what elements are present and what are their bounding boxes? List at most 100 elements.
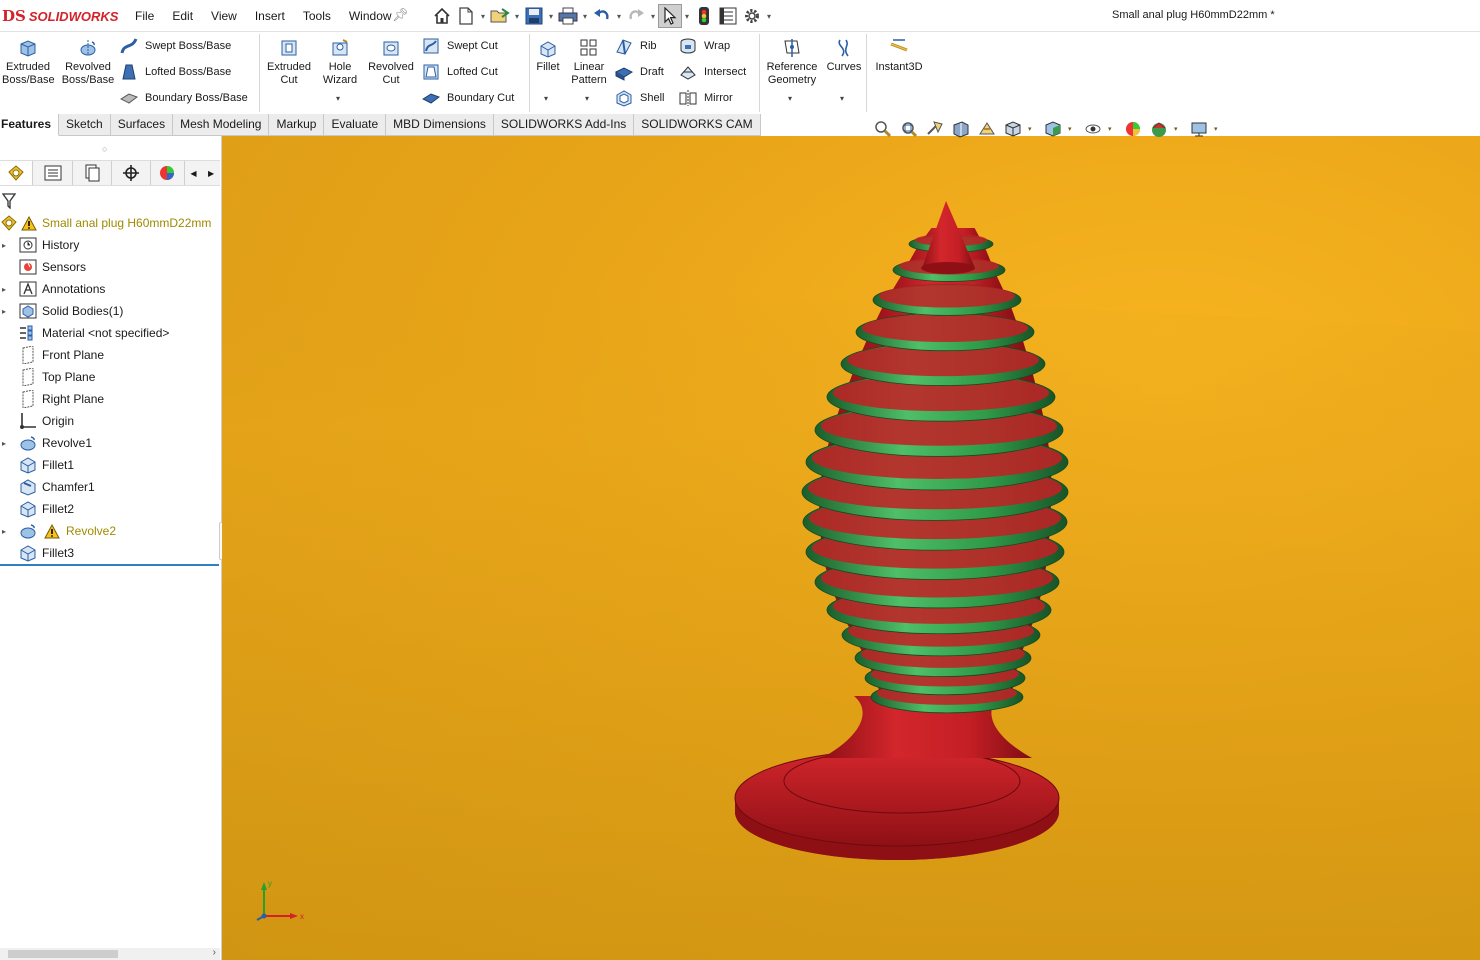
tree-item-front-plane[interactable]: Front Plane: [0, 344, 220, 366]
expand-icon[interactable]: ▸: [2, 285, 6, 294]
view-orientation-dropdown-icon[interactable]: ▾: [1028, 125, 1036, 133]
rollback-bar[interactable]: [0, 564, 219, 566]
tab-mbd-dimensions[interactable]: MBD Dimensions: [386, 114, 494, 136]
fillet-button[interactable]: Fillet: [532, 38, 564, 74]
view-settings-dropdown-icon[interactable]: ▾: [1214, 125, 1222, 133]
options-dropdown-icon[interactable]: ▾: [764, 12, 774, 21]
3d-model[interactable]: [222, 136, 1480, 960]
dynamic-annotation-icon[interactable]: [976, 118, 998, 140]
mirror-button[interactable]: Mirror: [679, 88, 733, 108]
swept-boss-button[interactable]: Swept Boss/Base: [120, 36, 231, 56]
redo-dropdown-icon[interactable]: ▾: [648, 12, 658, 21]
menu-tools[interactable]: Tools: [303, 9, 331, 23]
panel-grip-icon[interactable]: ○: [102, 144, 107, 154]
tree-item-material[interactable]: Material <not specified>: [0, 322, 220, 344]
pin-icon[interactable]: 📌︎: [392, 7, 409, 23]
previous-view-icon[interactable]: [924, 118, 946, 140]
file-properties-icon[interactable]: [716, 4, 740, 28]
reference-geometry-dropdown-icon[interactable]: ▾: [788, 94, 792, 103]
tab-evaluate[interactable]: Evaluate: [324, 114, 387, 136]
curves-dropdown-icon[interactable]: ▾: [840, 94, 844, 103]
save-icon[interactable]: [522, 4, 546, 28]
section-view-icon[interactable]: [950, 118, 972, 140]
tree-item-right-plane[interactable]: Right Plane: [0, 388, 220, 410]
property-manager-tab[interactable]: [33, 161, 73, 185]
apply-scene-icon[interactable]: [1148, 118, 1170, 140]
tree-filter[interactable]: [0, 190, 220, 212]
display-manager-tab[interactable]: [151, 161, 185, 185]
menu-window[interactable]: Window: [349, 9, 392, 23]
draft-button[interactable]: Draft: [615, 62, 664, 82]
hole-wizard-dropdown-icon[interactable]: ▾: [336, 94, 340, 103]
tree-item-history[interactable]: ▸ History: [0, 234, 220, 256]
tree-root-part[interactable]: Small anal plug H60mmD22mm: [0, 212, 220, 234]
scrollbar-thumb[interactable]: [8, 950, 118, 958]
print-icon[interactable]: [556, 4, 580, 28]
print-dropdown-icon[interactable]: ▾: [580, 12, 590, 21]
hide-show-items-icon[interactable]: [1082, 118, 1104, 140]
menu-file[interactable]: File: [135, 9, 154, 23]
instant3d-button[interactable]: Instant3D: [870, 38, 928, 74]
curves-button[interactable]: Curves: [824, 38, 864, 74]
rebuild-icon[interactable]: [692, 4, 716, 28]
feature-manager-tab[interactable]: [0, 161, 34, 185]
options-icon[interactable]: [740, 4, 764, 28]
zoom-to-area-icon[interactable]: [898, 118, 920, 140]
tab-solidworks-cam[interactable]: SOLIDWORKS CAM: [634, 114, 761, 136]
new-dropdown-icon[interactable]: ▾: [478, 12, 488, 21]
tab-features[interactable]: Features: [0, 114, 60, 136]
tree-item-chamfer1[interactable]: Chamfer1: [0, 476, 220, 498]
home-icon[interactable]: [430, 4, 454, 28]
shell-button[interactable]: Shell: [615, 88, 664, 108]
tree-item-top-plane[interactable]: Top Plane: [0, 366, 220, 388]
tree-item-revolve1[interactable]: ▸ Revolve1: [0, 432, 220, 454]
intersect-button[interactable]: Intersect: [679, 62, 746, 82]
menu-edit[interactable]: Edit: [172, 9, 193, 23]
reference-geometry-button[interactable]: Reference Geometry: [763, 38, 821, 87]
linear-pattern-dropdown-icon[interactable]: ▾: [585, 94, 589, 103]
open-icon[interactable]: [488, 4, 512, 28]
tree-item-fillet3[interactable]: Fillet3: [0, 542, 220, 564]
select-dropdown-icon[interactable]: ▾: [682, 12, 692, 21]
panel-scroll-left-icon[interactable]: ◀: [185, 161, 203, 185]
rib-button[interactable]: Rib: [615, 36, 657, 56]
display-style-icon[interactable]: [1042, 118, 1064, 140]
expand-icon[interactable]: ▸: [2, 439, 6, 448]
tree-item-fillet1[interactable]: Fillet1: [0, 454, 220, 476]
tab-solidworks-add-ins[interactable]: SOLIDWORKS Add-Ins: [493, 114, 635, 136]
save-dropdown-icon[interactable]: ▾: [546, 12, 556, 21]
zoom-to-fit-icon[interactable]: [872, 118, 894, 140]
redo-icon[interactable]: [624, 4, 648, 28]
graphics-area[interactable]: y x: [222, 136, 1480, 960]
tree-item-fillet2[interactable]: Fillet2: [0, 498, 220, 520]
extruded-cut-button[interactable]: Extruded Cut: [263, 38, 315, 87]
coordinate-triad[interactable]: y x: [252, 876, 312, 936]
new-document-icon[interactable]: [454, 4, 478, 28]
panel-scroll-right-icon[interactable]: ▶: [202, 161, 220, 185]
expand-icon[interactable]: ▸: [2, 307, 6, 316]
lofted-cut-button[interactable]: Lofted Cut: [422, 62, 498, 82]
configuration-manager-tab[interactable]: [73, 161, 112, 185]
display-style-dropdown-icon[interactable]: ▾: [1068, 125, 1076, 133]
menu-insert[interactable]: Insert: [255, 9, 285, 23]
linear-pattern-button[interactable]: Linear Pattern: [567, 38, 611, 87]
lofted-boss-button[interactable]: Lofted Boss/Base: [120, 62, 231, 82]
boundary-boss-button[interactable]: Boundary Boss/Base: [120, 88, 248, 108]
expand-icon[interactable]: ▸: [2, 241, 6, 250]
tab-sketch[interactable]: Sketch: [59, 114, 111, 136]
revolved-boss-button[interactable]: Revolved Boss/Base: [60, 38, 116, 87]
solidworks-logo[interactable]: DS SOLIDWORKS: [2, 6, 118, 26]
revolved-cut-button[interactable]: Revolved Cut: [366, 38, 416, 87]
fillet-dropdown-icon[interactable]: ▾: [544, 94, 548, 103]
tab-markup[interactable]: Markup: [269, 114, 325, 136]
edit-appearance-icon[interactable]: [1122, 118, 1144, 140]
tab-mesh-modeling[interactable]: Mesh Modeling: [173, 114, 270, 136]
open-dropdown-icon[interactable]: ▾: [512, 12, 522, 21]
hide-show-dropdown-icon[interactable]: ▾: [1108, 125, 1116, 133]
view-settings-icon[interactable]: [1188, 118, 1210, 140]
scroll-right-icon[interactable]: ›: [213, 947, 216, 958]
tree-item-solid-bodies[interactable]: ▸ Solid Bodies(1): [0, 300, 220, 322]
tree-item-origin[interactable]: Origin: [0, 410, 220, 432]
dimxpert-manager-tab[interactable]: [112, 161, 152, 185]
wrap-button[interactable]: Wrap: [679, 36, 730, 56]
